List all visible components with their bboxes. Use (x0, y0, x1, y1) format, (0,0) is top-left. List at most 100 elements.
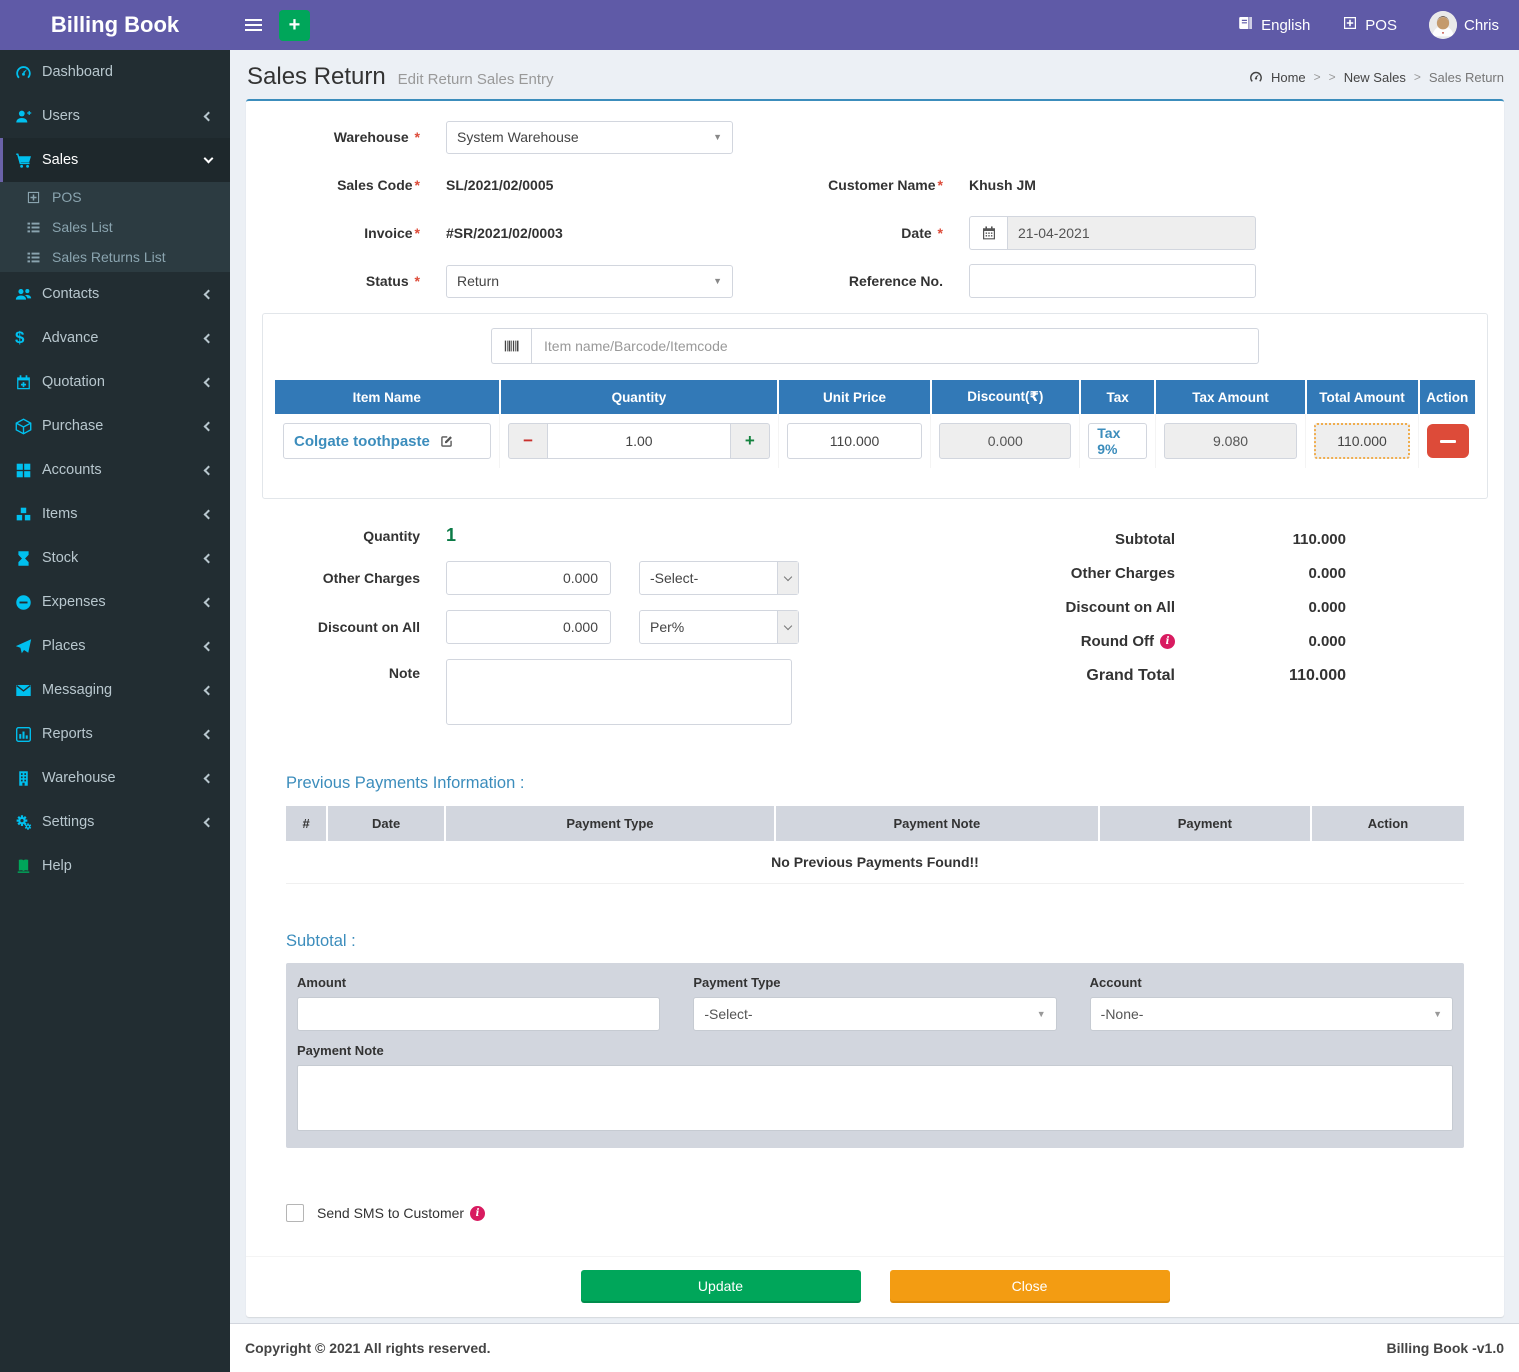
chevron-left-icon (204, 553, 214, 563)
other-charges-field[interactable] (446, 561, 611, 595)
caret-down-icon: ▼ (713, 132, 722, 142)
list-icon (26, 250, 52, 265)
version-text: Billing Book -v1.0 (1387, 1340, 1504, 1356)
other-charges-select[interactable]: -Select- (639, 561, 799, 595)
sidebar-item-label: Sales Returns List (52, 249, 166, 265)
account-select[interactable]: -None- ▼ (1090, 997, 1453, 1031)
reference-no-field[interactable] (969, 264, 1256, 298)
sidebar-item-quotation[interactable]: Quotation (0, 360, 230, 404)
user-menu[interactable]: Chris (1429, 11, 1499, 39)
payment-type-select[interactable]: -Select- ▼ (693, 997, 1056, 1031)
status-select[interactable]: Return ▼ (446, 265, 733, 298)
quantity-total-label: Quantity (256, 528, 446, 544)
update-button[interactable]: Update (581, 1270, 861, 1301)
discount-total-label: Discount on All (1066, 599, 1175, 616)
chevron-left-icon (204, 289, 214, 299)
sidebar-item-stock[interactable]: Stock (0, 536, 230, 580)
invoice-label: Invoice* (256, 225, 446, 241)
tax-link[interactable]: Tax 9% (1088, 423, 1147, 459)
subtotal-label: Subtotal (1115, 531, 1175, 548)
user-plus-icon (15, 108, 42, 125)
sidebar-item-label: Contacts (42, 286, 99, 302)
form-actions: Update Close (246, 1256, 1504, 1317)
discount-total-value: 0.000 (1175, 599, 1346, 616)
sidebar-toggle-icon[interactable] (230, 0, 276, 50)
items-panel: Item Name Quantity Unit Price Discount(₹… (262, 313, 1488, 499)
sidebar-item-label: Advance (42, 330, 98, 346)
discount-field (939, 423, 1071, 459)
gears-icon (15, 814, 42, 831)
sidebar-item-warehouse[interactable]: Warehouse (0, 756, 230, 800)
breadcrumb-new-sales[interactable]: New Sales (1344, 70, 1406, 85)
sidebar-item-contacts[interactable]: Contacts (0, 272, 230, 316)
discount-on-all-field[interactable] (446, 610, 611, 644)
subtotal-value: 110.000 (1175, 531, 1346, 548)
select-arrow-icon (777, 562, 798, 594)
item-name-link[interactable]: Colgate toothpaste (294, 433, 430, 450)
chevron-left-icon (204, 421, 214, 431)
quantity-field[interactable] (548, 423, 730, 459)
sidebar-item-label: Messaging (42, 682, 112, 698)
quick-add-button[interactable]: + (279, 10, 310, 41)
sidebar-item-expenses[interactable]: Expenses (0, 580, 230, 624)
warehouse-select[interactable]: System Warehouse ▼ (446, 121, 733, 154)
calendar-icon[interactable] (969, 216, 1007, 250)
sidebar-item-places[interactable]: Places (0, 624, 230, 668)
breadcrumb-home[interactable]: Home (1271, 70, 1306, 85)
note-textarea[interactable] (446, 659, 792, 725)
list-icon (26, 220, 52, 235)
reference-no-label: Reference No. (769, 273, 969, 289)
grand-total-label: Grand Total (1086, 667, 1175, 685)
amount-field[interactable] (297, 997, 660, 1031)
top-navbar: Billing Book + English POS Chris (0, 0, 1519, 50)
round-off-value: 0.000 (1175, 633, 1346, 650)
breadcrumb-separator: > (1414, 70, 1421, 84)
quantity-stepper: − + (508, 423, 770, 459)
sidebar-item-settings[interactable]: Settings (0, 800, 230, 844)
sidebar-item-help[interactable]: Help (0, 844, 230, 888)
sidebar-item-users[interactable]: Users (0, 94, 230, 138)
sidebar-item-purchase[interactable]: Purchase (0, 404, 230, 448)
sidebar-item-sales[interactable]: Sales (0, 138, 230, 182)
building-icon (15, 770, 42, 787)
info-icon[interactable]: i (470, 1206, 485, 1221)
caret-down-icon: ▼ (1433, 1009, 1442, 1019)
item-search-input[interactable] (531, 328, 1259, 364)
payment-note-textarea[interactable] (297, 1065, 1453, 1131)
remove-item-button[interactable] (1427, 424, 1469, 458)
close-button[interactable]: Close (890, 1270, 1170, 1301)
plus-square-icon (26, 190, 52, 205)
language-menu[interactable]: English (1238, 15, 1310, 35)
page-subtitle: Edit Return Sales Entry (398, 71, 554, 88)
sidebar-item-reports[interactable]: Reports (0, 712, 230, 756)
invoice-value: #SR/2021/02/0003 (446, 225, 563, 241)
pos-shortcut[interactable]: POS (1342, 15, 1397, 35)
avatar (1429, 11, 1457, 39)
other-charges-label: Other Charges (256, 570, 446, 586)
info-icon[interactable]: i (1160, 634, 1175, 649)
previous-payments-heading: Previous Payments Information : (286, 774, 1464, 793)
sidebar-item-messaging[interactable]: Messaging (0, 668, 230, 712)
subtotal-section-heading: Subtotal : (286, 932, 1464, 951)
sidebar-item-advance[interactable]: $ Advance (0, 316, 230, 360)
content-wrapper: Sales Return Edit Return Sales Entry Hom… (230, 0, 1519, 1372)
language-icon (1238, 15, 1254, 35)
sidebar-item-label: Help (42, 858, 72, 874)
sidebar-item-accounts[interactable]: Accounts (0, 448, 230, 492)
sidebar-item-dashboard[interactable]: Dashboard (0, 50, 230, 94)
sidebar-item-sales-list[interactable]: Sales List (0, 212, 230, 242)
discount-type-select[interactable]: Per% (639, 610, 799, 644)
book-icon (15, 858, 42, 875)
quantity-decrease-button[interactable]: − (508, 423, 548, 459)
app-logo[interactable]: Billing Book (0, 0, 230, 50)
edit-icon[interactable] (439, 434, 454, 449)
unit-price-field[interactable] (787, 423, 923, 459)
sidebar-item-pos[interactable]: POS (0, 182, 230, 212)
sidebar-item-items[interactable]: Items (0, 492, 230, 536)
brand-title: Billing Book (51, 12, 179, 38)
sidebar-item-sales-returns-list[interactable]: Sales Returns List (0, 242, 230, 272)
quantity-increase-button[interactable]: + (730, 423, 770, 459)
date-field[interactable] (1007, 216, 1256, 250)
send-sms-checkbox[interactable] (286, 1204, 304, 1222)
chevron-down-icon (204, 153, 214, 163)
